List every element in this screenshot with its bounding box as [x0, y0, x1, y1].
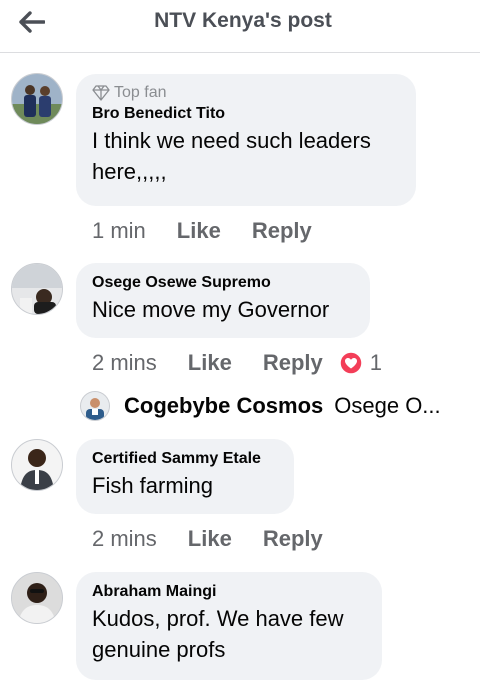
comment-author[interactable]: Certified Sammy Etale	[92, 449, 278, 469]
reply-author[interactable]: Cogebybe Cosmos	[124, 393, 323, 419]
comment-bubble[interactable]: Abraham Maingi Kudos, prof. We have few …	[76, 572, 382, 680]
comment-bubble[interactable]: Osege Osewe Supremo Nice move my Governo…	[76, 263, 370, 338]
reply-snippet: Osege O...	[334, 393, 441, 418]
comment-text: I think we need such leaders here,,,,,	[92, 128, 371, 184]
avatar[interactable]	[11, 73, 63, 125]
comment-author[interactable]: Bro Benedict Tito	[92, 104, 400, 124]
page-title: NTV Kenya's post	[154, 9, 332, 32]
comment-actions: 1 min Like Reply	[92, 216, 312, 246]
love-reaction-icon	[339, 351, 363, 375]
comment-text: Nice move my Governor	[92, 297, 330, 322]
like-button[interactable]: Like	[188, 526, 232, 552]
badge-label: Top fan	[114, 84, 167, 101]
comment-time[interactable]: 2 mins	[92, 526, 157, 552]
comment-text: Fish farming	[92, 473, 214, 498]
comment-actions: 2 mins Like Reply 1	[92, 348, 382, 378]
comment-actions: 2 mins Like Reply	[92, 524, 323, 554]
avatar[interactable]	[11, 572, 63, 624]
reply-button[interactable]: Reply	[263, 526, 323, 552]
avatar[interactable]	[11, 263, 63, 315]
comment-bubble[interactable]: Certified Sammy Etale Fish farming	[76, 439, 294, 514]
comment-author[interactable]: Osege Osewe Supremo	[92, 273, 354, 293]
reply-button[interactable]: Reply	[263, 350, 323, 376]
like-button[interactable]: Like	[177, 218, 221, 244]
reaction-count: 1	[369, 350, 382, 375]
comment-time[interactable]: 2 mins	[92, 350, 157, 376]
avatar[interactable]	[11, 439, 63, 491]
comment-bubble[interactable]: Top fan Bro Benedict Tito I think we nee…	[76, 74, 416, 206]
reply-button[interactable]: Reply	[252, 218, 312, 244]
reply-preview[interactable]: Cogebybe Cosmos Osege O...	[80, 390, 441, 422]
like-button[interactable]: Like	[188, 350, 232, 376]
reaction-summary[interactable]: 1	[339, 350, 382, 376]
comment-text: Kudos, prof. We have few genuine profs	[92, 606, 344, 662]
top-fan-badge: Top fan	[92, 84, 400, 102]
comment-time[interactable]: 1 min	[92, 218, 146, 244]
top-bar: NTV Kenya's post	[0, 0, 480, 53]
avatar	[80, 391, 110, 421]
comment-author[interactable]: Abraham Maingi	[92, 582, 366, 602]
diamond-icon	[92, 85, 110, 101]
